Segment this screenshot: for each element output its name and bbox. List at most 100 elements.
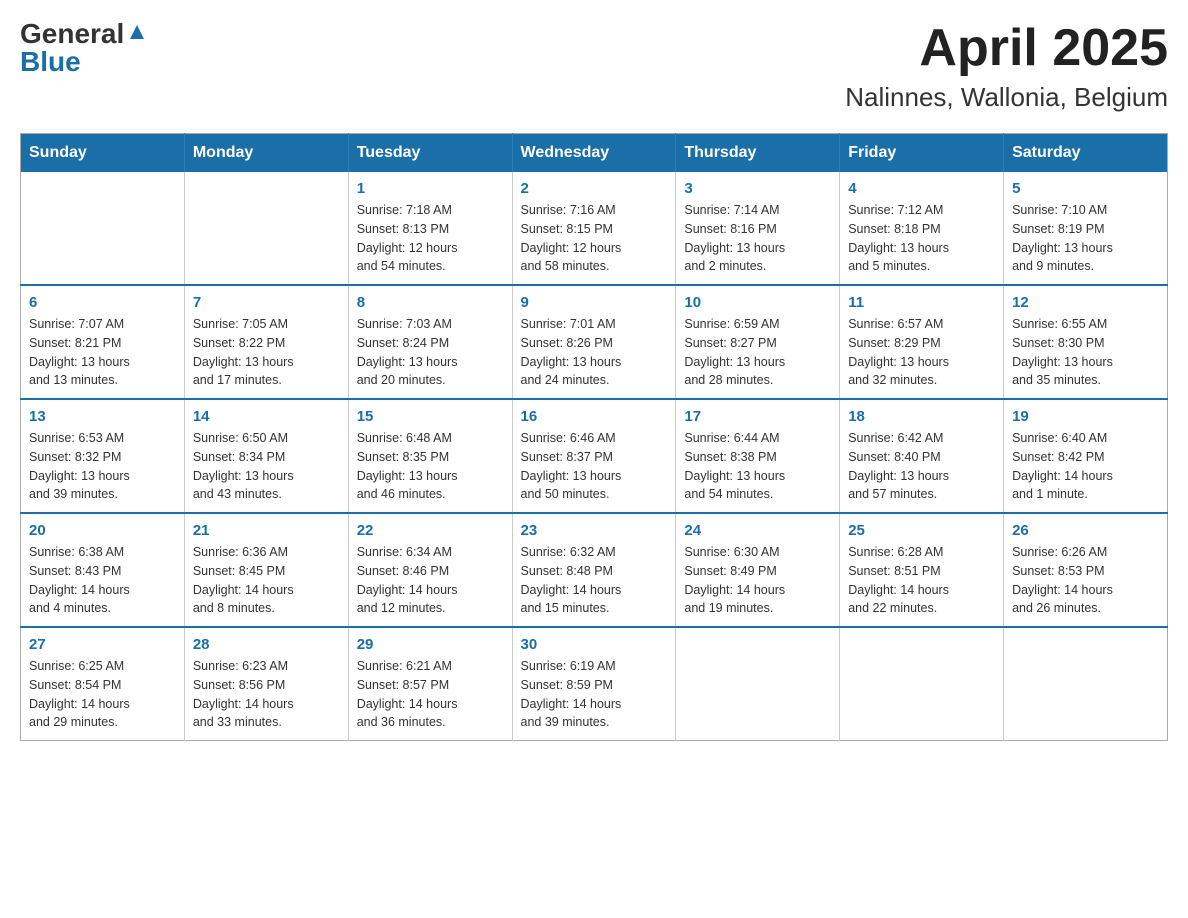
calendar-cell: 16Sunrise: 6:46 AMSunset: 8:37 PMDayligh… — [512, 399, 676, 513]
calendar-cell: 3Sunrise: 7:14 AMSunset: 8:16 PMDaylight… — [676, 172, 840, 285]
calendar-cell: 6 Sunrise: 7:07 AMSunset: 8:21 PMDaylight… — [21, 285, 185, 399]
day-info: Sunrise: 6:59 AMSunset: 8:27 PMDaylight:… — [684, 315, 831, 390]
day-number: 11 — [848, 294, 995, 311]
day-number: 2 — [521, 180, 668, 197]
weekday-header-row: SundayMondayTuesdayWednesdayThursdayFrid… — [21, 134, 1168, 173]
calendar-cell: 30 Sunrise: 6:19 AMSunset: 8:59 PMDayligh… — [512, 627, 676, 741]
day-info: Sunrise: 6:57 AMSunset: 8:29 PMDaylight:… — [848, 315, 995, 390]
day-info: Sunrise: 7:05 AMSunset: 8:22 PMDaylight:… — [193, 315, 340, 390]
day-number: 12 — [1012, 294, 1159, 311]
day-info: Sunrise: 7:18 AMSunset: 8:13 PMDaylight:… — [357, 201, 504, 276]
calendar-cell: 7 Sunrise: 7:05 AMSunset: 8:22 PMDaylight… — [184, 285, 348, 399]
day-info: Sunrise: 6:21 AMSunset: 8:57 PMDaylight:… — [357, 657, 504, 732]
logo: General Blue — [20, 20, 148, 76]
title-section: April 2025 Nalinnes, Wallonia, Belgium — [845, 20, 1168, 113]
calendar-cell: 4 Sunrise: 7:12 AMSunset: 8:18 PMDaylight… — [840, 172, 1004, 285]
day-info: Sunrise: 6:42 AMSunset: 8:40 PMDaylight:… — [848, 429, 995, 504]
day-info: Sunrise: 6:28 AMSunset: 8:51 PMDaylight:… — [848, 543, 995, 618]
day-number: 9 — [521, 294, 668, 311]
day-info: Sunrise: 7:03 AMSunset: 8:24 PMDaylight:… — [357, 315, 504, 390]
calendar-cell: 20 Sunrise: 6:38 AMSunset: 8:43 PMDayligh… — [21, 513, 185, 627]
day-number: 30 — [521, 636, 668, 653]
day-number: 16 — [521, 408, 668, 425]
day-info: Sunrise: 6:38 AMSunset: 8:43 PMDaylight:… — [29, 543, 176, 618]
day-info: Sunrise: 7:12 AMSunset: 8:18 PMDaylight:… — [848, 201, 995, 276]
day-number: 26 — [1012, 522, 1159, 539]
day-number: 21 — [193, 522, 340, 539]
weekday-header-tuesday: Tuesday — [348, 134, 512, 173]
day-number: 14 — [193, 408, 340, 425]
calendar-cell: 13 Sunrise: 6:53 AMSunset: 8:32 PMDayligh… — [21, 399, 185, 513]
logo-triangle-icon — [126, 21, 148, 43]
calendar-cell: 17 Sunrise: 6:44 AMSunset: 8:38 PMDayligh… — [676, 399, 840, 513]
day-info: Sunrise: 6:30 AMSunset: 8:49 PMDaylight:… — [684, 543, 831, 618]
day-number: 27 — [29, 636, 176, 653]
day-info: Sunrise: 6:23 AMSunset: 8:56 PMDaylight:… — [193, 657, 340, 732]
week-row-3: 13 Sunrise: 6:53 AMSunset: 8:32 PMDayligh… — [21, 399, 1168, 513]
calendar-cell — [676, 627, 840, 741]
calendar-cell: 9Sunrise: 7:01 AMSunset: 8:26 PMDaylight… — [512, 285, 676, 399]
day-info: Sunrise: 7:14 AMSunset: 8:16 PMDaylight:… — [684, 201, 831, 276]
day-number: 25 — [848, 522, 995, 539]
day-number: 13 — [29, 408, 176, 425]
calendar-cell: 2 Sunrise: 7:16 AMSunset: 8:15 PMDaylight… — [512, 172, 676, 285]
day-info: Sunrise: 7:10 AMSunset: 8:19 PMDaylight:… — [1012, 201, 1159, 276]
logo-blue-text: Blue — [20, 48, 81, 76]
day-info: Sunrise: 7:07 AMSunset: 8:21 PMDaylight:… — [29, 315, 176, 390]
day-info: Sunrise: 6:32 AMSunset: 8:48 PMDaylight:… — [521, 543, 668, 618]
calendar-cell: 14 Sunrise: 6:50 AMSunset: 8:34 PMDayligh… — [184, 399, 348, 513]
day-info: Sunrise: 7:16 AMSunset: 8:15 PMDaylight:… — [521, 201, 668, 276]
day-number: 24 — [684, 522, 831, 539]
calendar-cell: 5 Sunrise: 7:10 AMSunset: 8:19 PMDaylight… — [1004, 172, 1168, 285]
calendar-cell: 8 Sunrise: 7:03 AMSunset: 8:24 PMDaylight… — [348, 285, 512, 399]
month-title: April 2025 — [845, 20, 1168, 77]
day-number: 17 — [684, 408, 831, 425]
location-title: Nalinnes, Wallonia, Belgium — [845, 82, 1168, 113]
week-row-1: 1Sunrise: 7:18 AMSunset: 8:13 PMDaylight… — [21, 172, 1168, 285]
day-info: Sunrise: 6:50 AMSunset: 8:34 PMDaylight:… — [193, 429, 340, 504]
day-info: Sunrise: 6:40 AMSunset: 8:42 PMDaylight:… — [1012, 429, 1159, 504]
calendar-cell: 26Sunrise: 6:26 AMSunset: 8:53 PMDayligh… — [1004, 513, 1168, 627]
calendar-cell — [1004, 627, 1168, 741]
calendar-cell: 11 Sunrise: 6:57 AMSunset: 8:29 PMDayligh… — [840, 285, 1004, 399]
day-info: Sunrise: 6:44 AMSunset: 8:38 PMDaylight:… — [684, 429, 831, 504]
day-info: Sunrise: 6:55 AMSunset: 8:30 PMDaylight:… — [1012, 315, 1159, 390]
logo-general-text: General — [20, 20, 124, 48]
day-info: Sunrise: 6:48 AMSunset: 8:35 PMDaylight:… — [357, 429, 504, 504]
day-number: 8 — [357, 294, 504, 311]
day-info: Sunrise: 6:19 AMSunset: 8:59 PMDaylight:… — [521, 657, 668, 732]
calendar-cell: 25 Sunrise: 6:28 AMSunset: 8:51 PMDayligh… — [840, 513, 1004, 627]
calendar-cell: 29 Sunrise: 6:21 AMSunset: 8:57 PMDayligh… — [348, 627, 512, 741]
day-info: Sunrise: 6:36 AMSunset: 8:45 PMDaylight:… — [193, 543, 340, 618]
day-number: 19 — [1012, 408, 1159, 425]
day-number: 6 — [29, 294, 176, 311]
day-number: 22 — [357, 522, 504, 539]
calendar-cell: 21 Sunrise: 6:36 AMSunset: 8:45 PMDayligh… — [184, 513, 348, 627]
day-number: 7 — [193, 294, 340, 311]
day-info: Sunrise: 6:53 AMSunset: 8:32 PMDaylight:… — [29, 429, 176, 504]
week-row-2: 6 Sunrise: 7:07 AMSunset: 8:21 PMDaylight… — [21, 285, 1168, 399]
calendar-cell: 12 Sunrise: 6:55 AMSunset: 8:30 PMDayligh… — [1004, 285, 1168, 399]
calendar-cell: 28 Sunrise: 6:23 AMSunset: 8:56 PMDayligh… — [184, 627, 348, 741]
page-header: General Blue April 2025 Nalinnes, Wallon… — [20, 20, 1168, 113]
day-number: 20 — [29, 522, 176, 539]
week-row-4: 20 Sunrise: 6:38 AMSunset: 8:43 PMDayligh… — [21, 513, 1168, 627]
weekday-header-friday: Friday — [840, 134, 1004, 173]
day-number: 5 — [1012, 180, 1159, 197]
calendar-cell: 15 Sunrise: 6:48 AMSunset: 8:35 PMDayligh… — [348, 399, 512, 513]
calendar-cell: 10Sunrise: 6:59 AMSunset: 8:27 PMDayligh… — [676, 285, 840, 399]
calendar-cell: 18 Sunrise: 6:42 AMSunset: 8:40 PMDayligh… — [840, 399, 1004, 513]
calendar-cell — [21, 172, 185, 285]
day-number: 23 — [521, 522, 668, 539]
calendar-table: SundayMondayTuesdayWednesdayThursdayFrid… — [20, 133, 1168, 741]
weekday-header-monday: Monday — [184, 134, 348, 173]
day-number: 18 — [848, 408, 995, 425]
weekday-header-sunday: Sunday — [21, 134, 185, 173]
day-number: 28 — [193, 636, 340, 653]
calendar-cell — [184, 172, 348, 285]
day-number: 15 — [357, 408, 504, 425]
calendar-cell: 27Sunrise: 6:25 AMSunset: 8:54 PMDayligh… — [21, 627, 185, 741]
day-number: 29 — [357, 636, 504, 653]
day-info: Sunrise: 6:34 AMSunset: 8:46 PMDaylight:… — [357, 543, 504, 618]
day-number: 4 — [848, 180, 995, 197]
